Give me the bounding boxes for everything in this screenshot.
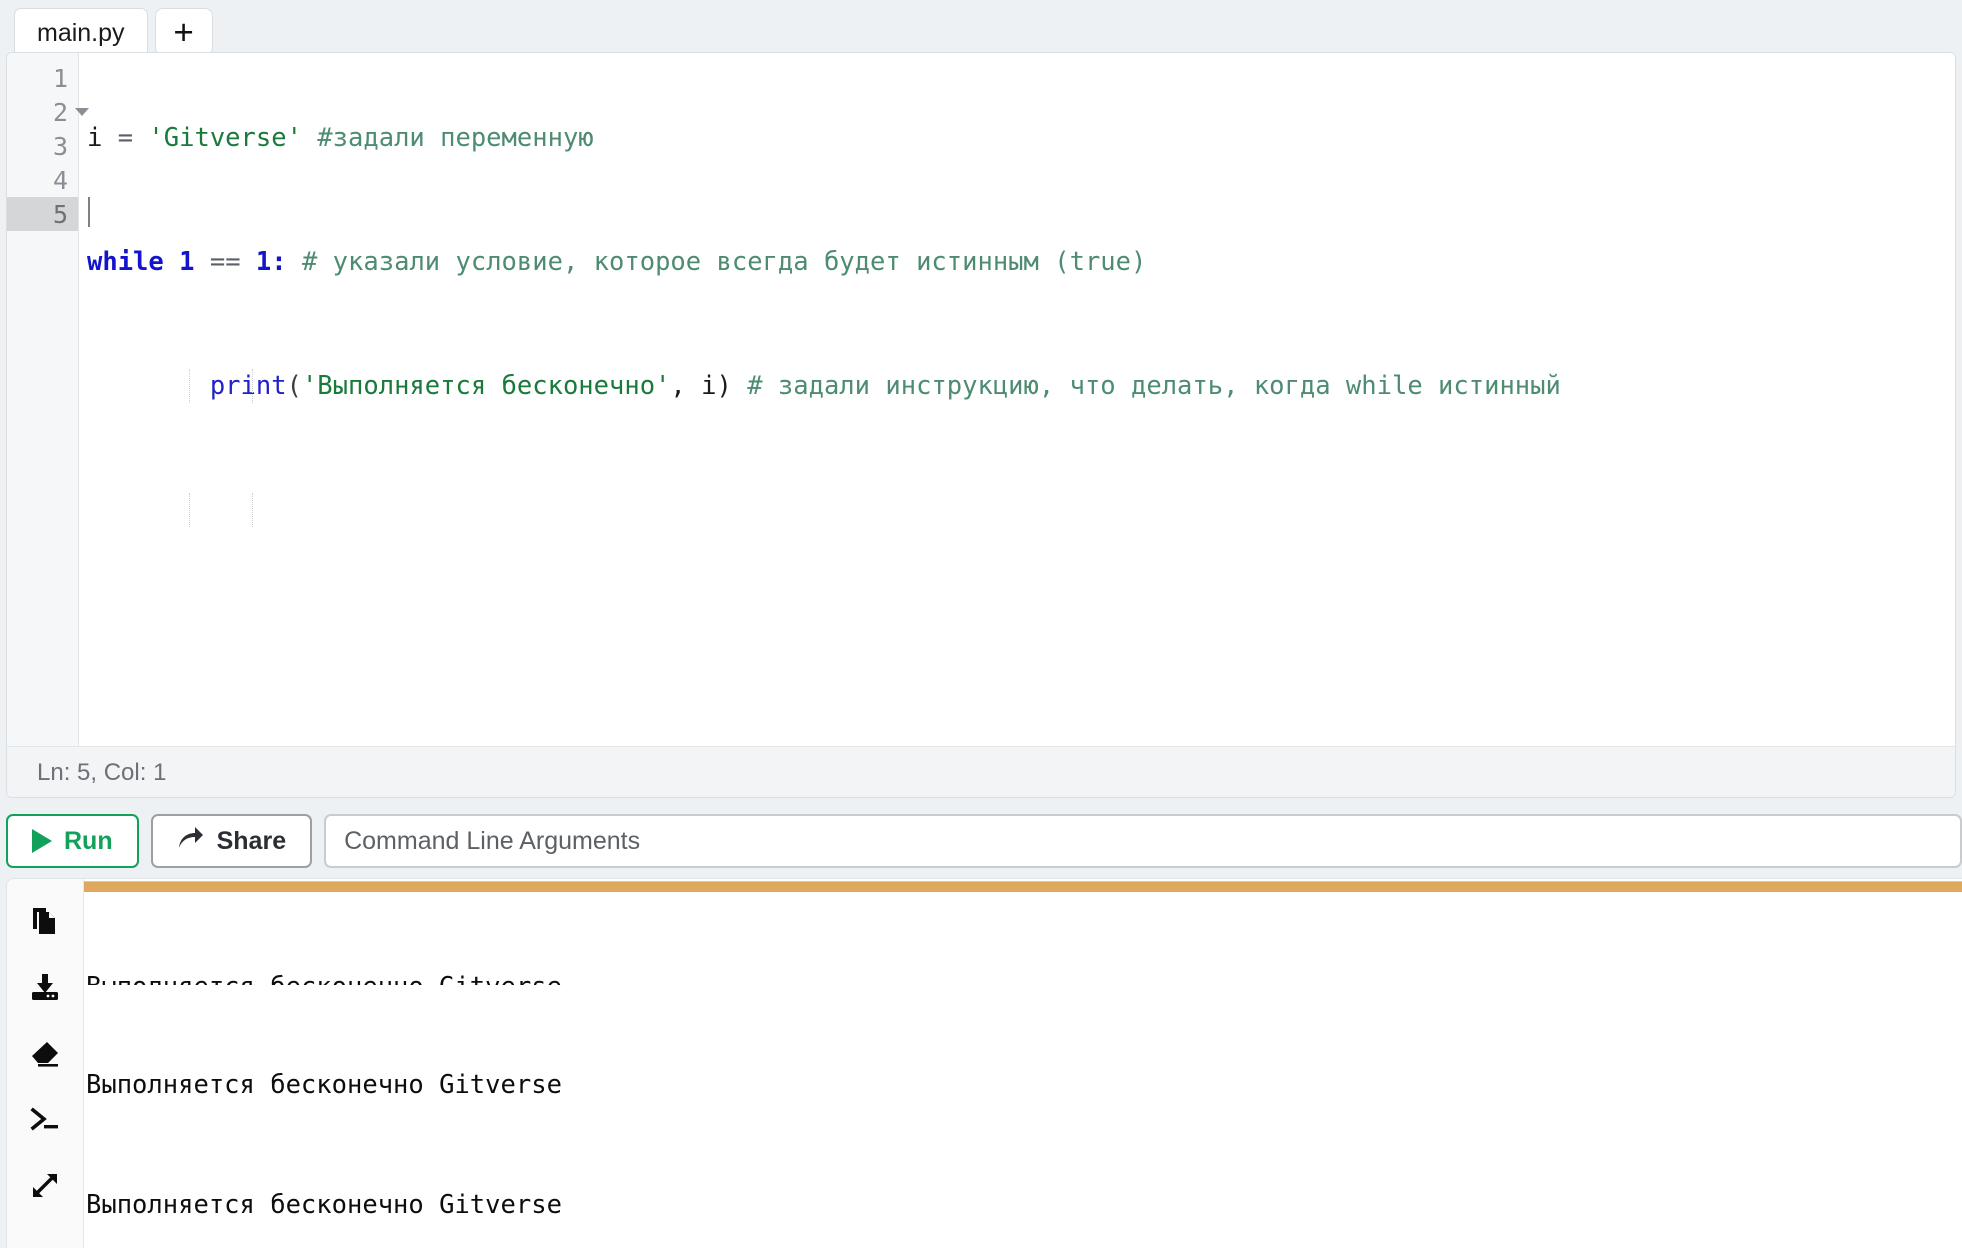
code-line-3: print('Выполняется бесконечно', i) # зад… — [79, 369, 1955, 403]
indent-guide — [252, 493, 253, 527]
code-token-args: , i) — [670, 371, 732, 401]
code-line-4 — [79, 493, 1955, 527]
code-line-2: while 1 == 1: # указали условие, которое… — [79, 245, 1955, 279]
download-icon[interactable] — [25, 967, 65, 1007]
new-tab-button[interactable]: + — [154, 8, 213, 56]
editor-area[interactable]: 1 2 3 4 5 i = 'Gitverse' #задали перемен… — [7, 53, 1955, 746]
code-token-operator: = — [102, 123, 149, 153]
code-token-comment: # задали инструкцию, что делать, когда w… — [731, 371, 1561, 401]
gutter-line: 1 — [7, 61, 78, 95]
line-number: 1 — [52, 63, 68, 93]
run-button[interactable]: Run — [6, 814, 139, 868]
code-token-keyword: while — [87, 247, 164, 277]
plus-icon: + — [173, 12, 194, 52]
code-token-comment: #задали переменную — [301, 123, 594, 153]
line-number: 2 — [52, 97, 68, 127]
code-token-operator: == — [194, 247, 256, 277]
share-button-label: Share — [216, 826, 287, 855]
text-cursor — [88, 197, 90, 227]
code-editor-content[interactable]: i = 'Gitverse' #задали переменную while … — [79, 53, 1955, 746]
play-icon — [32, 829, 52, 853]
tab-label: main.py — [37, 19, 125, 47]
indent-guide — [189, 493, 190, 527]
clear-icon[interactable] — [25, 1033, 65, 1073]
output-panel: Выполняется бесконечно Gitverse Выполняе… — [6, 878, 1962, 1248]
share-arrow-icon — [177, 825, 205, 858]
tab-bar: main.py + — [0, 0, 1962, 58]
gutter-line: 4 — [7, 163, 78, 197]
code-token-colon: : — [271, 247, 287, 277]
editor-panel: 1 2 3 4 5 i = 'Gitverse' #задали перемен… — [6, 52, 1956, 798]
code-token-variable: i — [87, 123, 103, 153]
code-token-paren: ( — [286, 371, 302, 401]
code-line-1: i = 'Gitverse' #задали переменную — [79, 121, 1955, 155]
gutter-line: 3 — [7, 129, 78, 163]
cursor-position-label: Ln: 5, Col: 1 — [37, 758, 167, 786]
action-toolbar: Run Share — [6, 812, 1962, 870]
output-console[interactable]: Выполняется бесконечно Gitverse Выполняе… — [83, 879, 1962, 1248]
code-token-string: 'Выполняется бесконечно' — [301, 371, 671, 401]
line-number-gutter: 1 2 3 4 5 — [7, 53, 89, 746]
fold-toggle-icon[interactable] — [75, 108, 89, 116]
expand-icon[interactable] — [25, 1165, 65, 1205]
line-number: 3 — [52, 131, 68, 161]
output-line: Выполняется бесконечно Gitverse — [86, 1070, 562, 1100]
copy-icon[interactable] — [25, 901, 65, 941]
output-line: Выполняется бесконечно Gitverse — [86, 1190, 562, 1220]
tab-main-py[interactable]: main.py — [14, 8, 148, 58]
run-button-label: Run — [64, 826, 113, 855]
line-number: 5 — [52, 199, 68, 229]
code-token-comment: # указали условие, которое всегда будет … — [286, 247, 1147, 277]
terminal-icon[interactable] — [25, 1099, 65, 1139]
gutter-line-current: 5 — [7, 197, 78, 231]
indent-guide — [189, 369, 190, 403]
code-token-function: print — [209, 371, 287, 401]
code-token-number: 1 — [255, 247, 272, 277]
indent-guide — [252, 369, 253, 403]
output-text-area: Выполняется бесконечно Gitverse Выполняе… — [84, 887, 1962, 1248]
line-number: 4 — [52, 165, 68, 195]
editor-status-bar: Ln: 5, Col: 1 — [7, 746, 1955, 797]
share-button[interactable]: Share — [150, 814, 313, 868]
command-line-arguments-input[interactable] — [324, 814, 1962, 868]
gutter-line: 2 — [7, 95, 89, 129]
output-toolstrip — [7, 879, 83, 1248]
output-line: Выполняется бесконечно Gitverse — [86, 967, 1962, 985]
code-token-number: 1 — [163, 247, 195, 277]
code-token-string: 'Gitverse' — [148, 123, 302, 153]
